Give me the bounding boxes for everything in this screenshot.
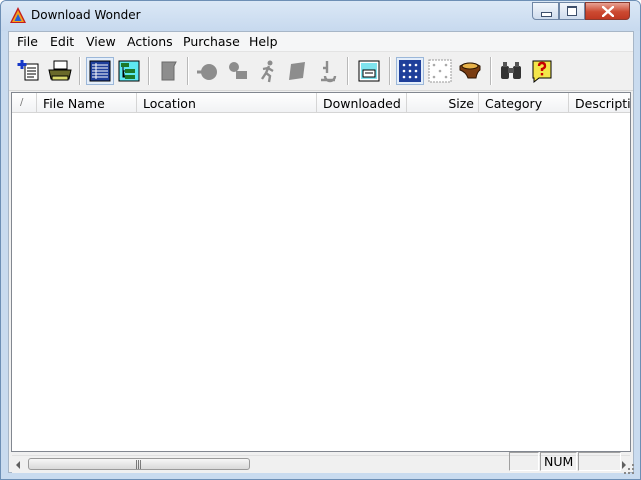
grip-icon: |||	[135, 460, 142, 470]
column-file-name[interactable]: File Name	[37, 93, 137, 113]
new-download-button[interactable]	[17, 58, 43, 84]
app-logo-icon	[10, 7, 26, 23]
maximize-button[interactable]	[559, 2, 585, 20]
print-icon	[48, 60, 72, 81]
status-num: NUM	[540, 452, 577, 471]
scroll-button[interactable]	[156, 58, 182, 84]
menu-bar: File Edit View Actions Purchase Help	[9, 32, 633, 52]
client-area: File Edit View Actions Purchase Help / F…	[8, 31, 634, 473]
menu-edit[interactable]: Edit	[50, 34, 74, 49]
ball-icon	[197, 64, 217, 80]
minimize-icon	[541, 12, 552, 17]
deselect-button[interactable]	[427, 58, 453, 84]
list-view-button[interactable]	[86, 57, 114, 85]
screen-window-icon	[358, 60, 380, 82]
toolbar-separator	[148, 57, 150, 85]
window-title: Download Wonder	[31, 8, 141, 22]
helmet-icon	[459, 62, 481, 79]
scroll-icon	[161, 61, 177, 81]
title-bar[interactable]: Download Wonder	[1, 1, 640, 31]
tree-view-button[interactable]	[116, 58, 142, 84]
print-button[interactable]	[47, 58, 73, 84]
toolbar-separator	[490, 57, 492, 85]
column-size[interactable]: Size	[407, 93, 479, 113]
deselect-grid-icon	[428, 59, 452, 83]
new-download-icon	[17, 60, 39, 81]
robot-button[interactable]	[225, 58, 251, 84]
select-all-grid-icon	[399, 60, 421, 82]
toolbar-separator	[187, 57, 189, 85]
column-sort[interactable]: /	[12, 93, 37, 113]
status-panel-blank	[578, 452, 621, 471]
ball-button[interactable]	[195, 58, 221, 84]
page-icon	[289, 62, 305, 80]
maximize-icon	[567, 6, 577, 16]
close-button[interactable]	[585, 2, 630, 20]
find-button[interactable]	[498, 58, 524, 84]
main-window: Download Wonder File Edit View Actions P…	[0, 0, 641, 480]
menu-view[interactable]: View	[86, 34, 116, 49]
help-icon	[532, 60, 552, 84]
download-list[interactable]: / File Name Location Downloaded Size Cat…	[11, 92, 631, 452]
robot-icon	[229, 62, 247, 79]
screen-window-button[interactable]	[356, 58, 382, 84]
list-view-icon	[89, 60, 111, 82]
menu-actions[interactable]: Actions	[127, 34, 173, 49]
scroll-thumb[interactable]: |||	[28, 458, 250, 470]
select-all-button[interactable]	[396, 57, 424, 85]
toolbar-separator	[79, 57, 81, 85]
menu-help[interactable]: Help	[249, 34, 278, 49]
runner-icon	[261, 60, 274, 83]
column-description[interactable]: Description	[569, 93, 630, 113]
runner-button[interactable]	[255, 58, 281, 84]
minimize-button[interactable]	[532, 2, 559, 20]
size-grip-icon[interactable]	[623, 463, 635, 475]
menu-purchase[interactable]: Purchase	[183, 34, 240, 49]
column-category[interactable]: Category	[479, 93, 569, 113]
help-button[interactable]	[529, 58, 555, 84]
toolbar	[9, 52, 633, 91]
menu-file[interactable]: File	[17, 34, 38, 49]
page-button[interactable]	[285, 58, 311, 84]
toolbar-separator	[389, 57, 391, 85]
binoculars-icon	[501, 62, 521, 79]
column-location[interactable]: Location	[137, 93, 317, 113]
scroll-left-arrow-icon[interactable]	[16, 461, 20, 469]
microscope-icon	[321, 61, 337, 83]
helmet-button[interactable]	[457, 58, 483, 84]
status-panel-empty	[509, 452, 539, 471]
tree-view-icon	[118, 60, 140, 82]
close-icon	[602, 6, 614, 17]
microscope-button[interactable]	[315, 58, 341, 84]
toolbar-separator	[347, 57, 349, 85]
column-downloaded[interactable]: Downloaded	[317, 93, 407, 113]
